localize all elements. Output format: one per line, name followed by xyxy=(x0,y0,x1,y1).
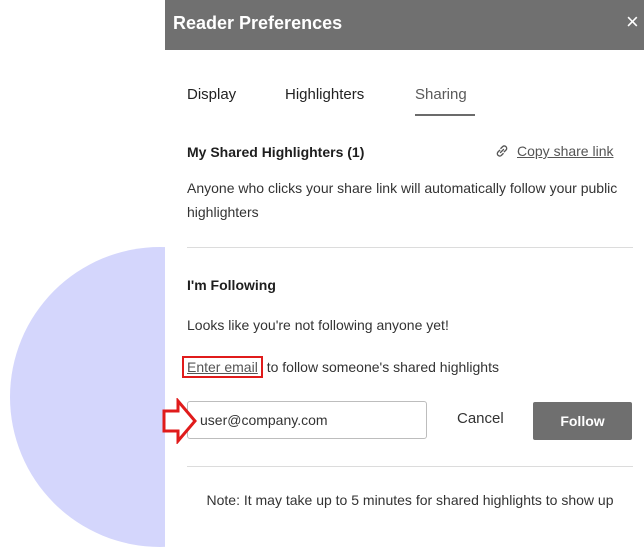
reader-preferences-dialog: Reader Preferences × Display Highlighter… xyxy=(165,0,644,549)
following-heading: I'm Following xyxy=(187,277,276,293)
copy-share-link[interactable]: Copy share link xyxy=(493,142,614,160)
enter-email-row: Enter email to follow someone's shared h… xyxy=(182,356,499,378)
section-divider xyxy=(187,247,633,248)
follow-button[interactable]: Follow xyxy=(533,402,632,440)
screenshot-stage: Reader Preferences × Display Highlighter… xyxy=(0,0,644,549)
close-icon[interactable]: × xyxy=(626,10,644,34)
tab-display[interactable]: Display xyxy=(187,86,236,103)
copy-share-link-label: Copy share link xyxy=(517,143,614,159)
tab-highlighters[interactable]: Highlighters xyxy=(285,86,364,103)
share-description: Anyone who clicks your share link will a… xyxy=(187,180,618,220)
enter-email-link[interactable]: Enter email xyxy=(182,356,263,378)
dialog-title: Reader Preferences xyxy=(173,13,343,33)
not-following-message: Looks like you're not following anyone y… xyxy=(187,317,449,333)
section-divider xyxy=(187,466,633,467)
red-arrow-annotation-icon xyxy=(162,398,197,444)
shared-highlighters-heading: My Shared Highlighters (1) xyxy=(187,144,365,160)
link-icon xyxy=(496,145,508,157)
enter-email-suffix: to follow someone's shared highlights xyxy=(262,359,499,375)
sync-delay-note: Note: It may take up to 5 minutes for sh… xyxy=(206,492,614,508)
tab-sharing[interactable]: Sharing xyxy=(415,86,467,103)
active-tab-indicator xyxy=(415,114,475,116)
email-input[interactable] xyxy=(187,401,427,439)
cancel-button[interactable]: Cancel xyxy=(457,410,504,427)
dialog-titlebar: Reader Preferences × xyxy=(165,0,644,50)
